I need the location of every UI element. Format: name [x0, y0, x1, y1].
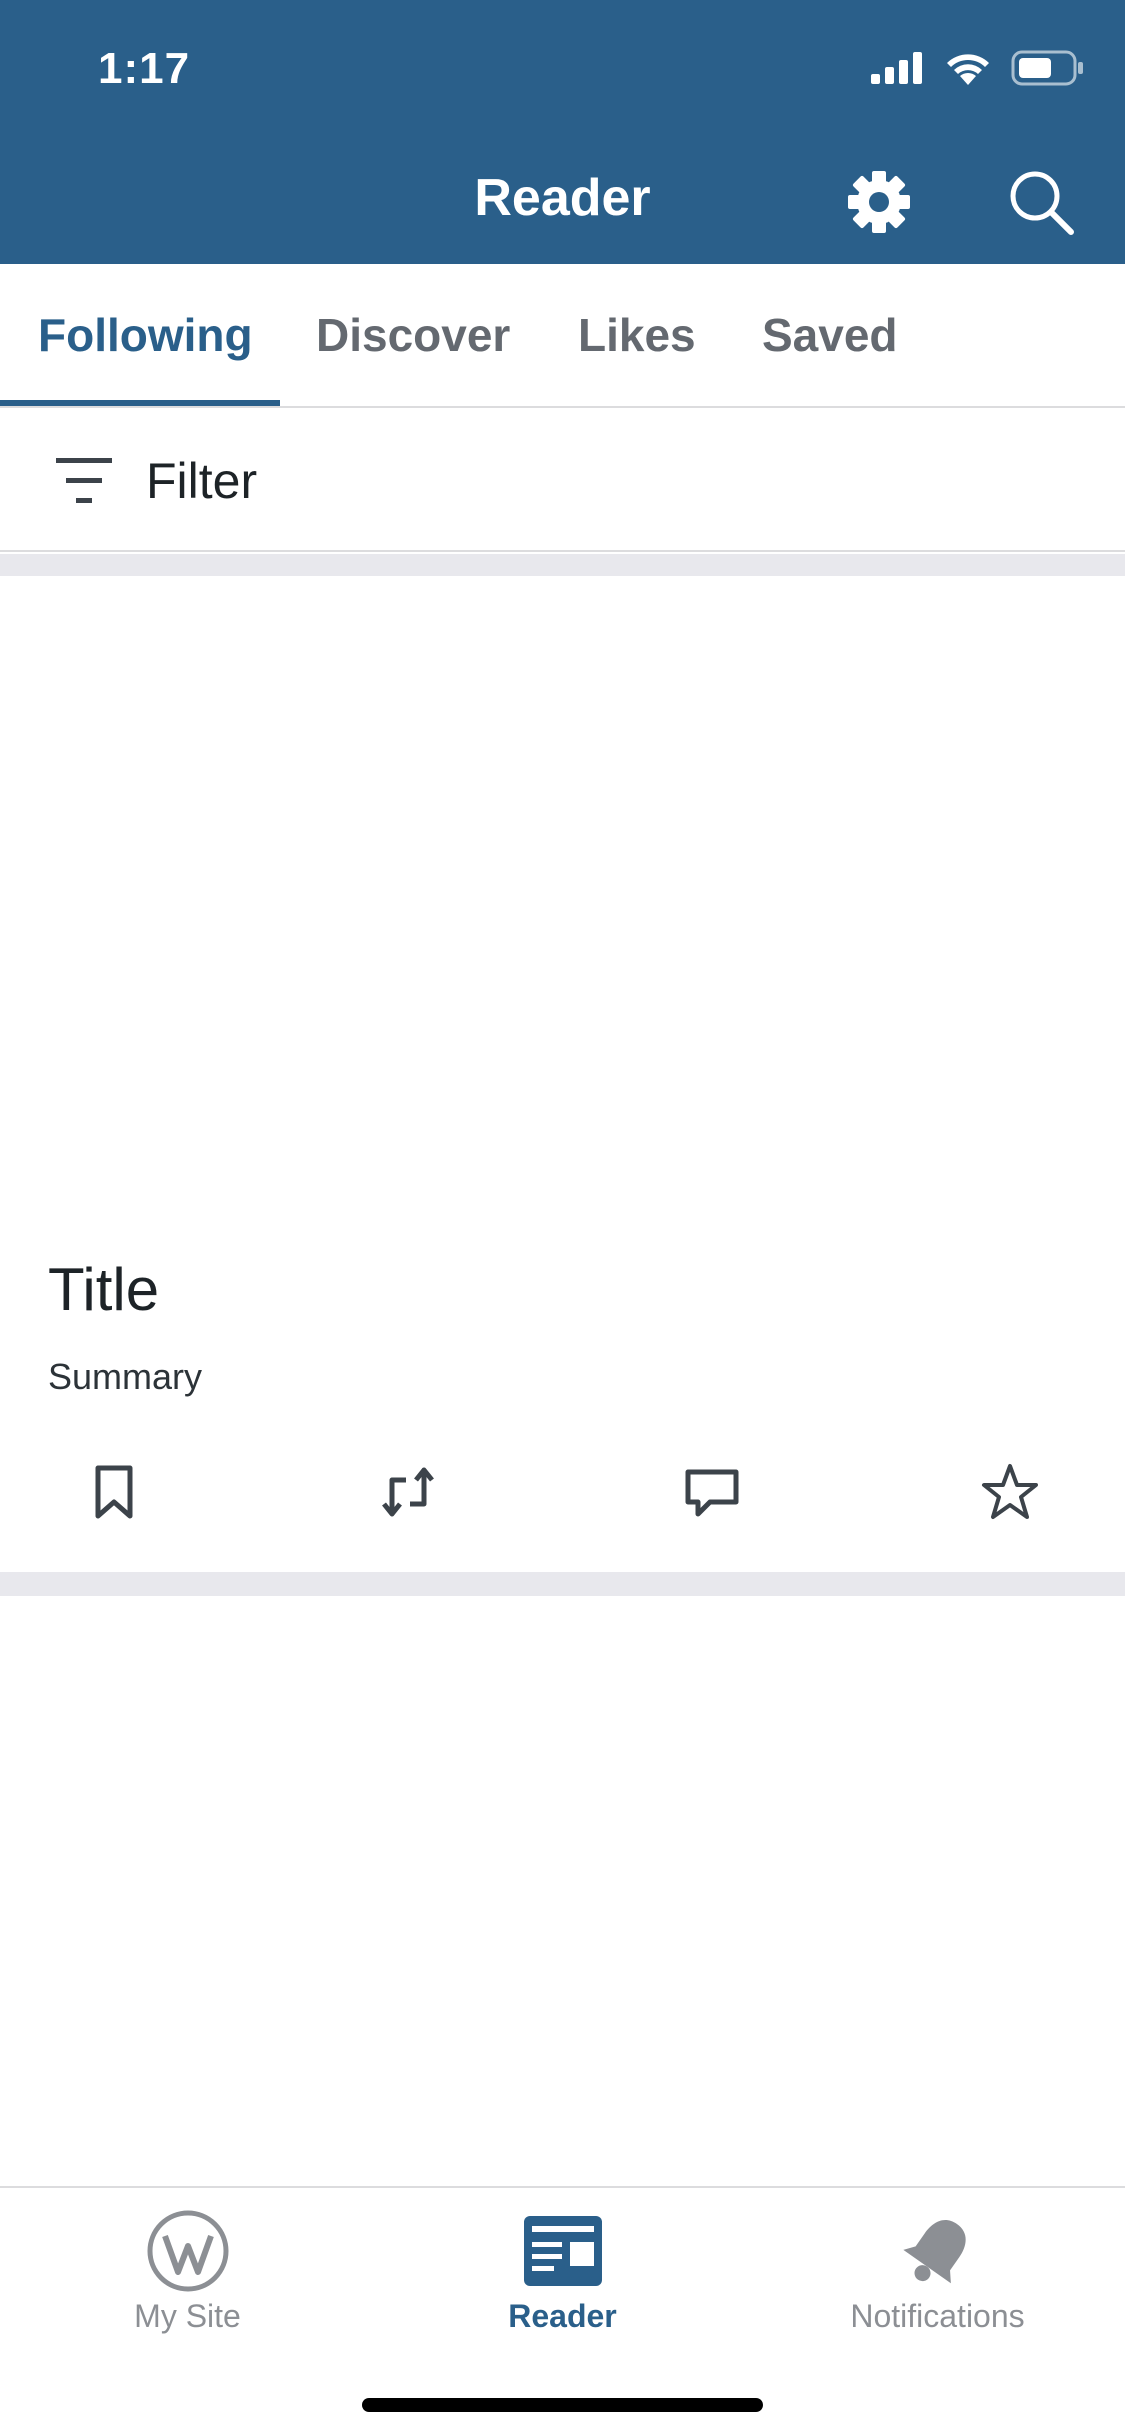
gear-icon — [848, 171, 910, 233]
tab-discover[interactable]: Discover — [316, 264, 510, 408]
active-tab-indicator — [0, 400, 280, 406]
reader-icon — [524, 2216, 602, 2286]
page-title: Reader — [474, 169, 651, 227]
like-button[interactable] — [978, 1460, 1042, 1524]
tab-my-site[interactable]: My Site — [0, 2188, 375, 2338]
tab-label: Notifications — [850, 2298, 1025, 2334]
tab-reader[interactable]: Reader — [375, 2188, 750, 2338]
bell-icon — [903, 2220, 966, 2284]
star-icon — [982, 1464, 1038, 1519]
settings-button[interactable] — [843, 166, 915, 238]
reblog-icon — [382, 1467, 434, 1517]
cellular-icon — [871, 52, 922, 84]
filter-icon — [56, 458, 112, 503]
reader-tabs: Following Discover Likes Saved — [0, 264, 1125, 408]
filter-button[interactable]: Filter — [0, 408, 1125, 552]
wifi-icon — [947, 54, 989, 85]
filter-label: Filter — [146, 453, 258, 509]
post-title: Title — [48, 1256, 160, 1323]
search-button[interactable] — [1005, 166, 1077, 238]
section-divider — [0, 1572, 1125, 1596]
tab-following[interactable]: Following — [38, 264, 253, 408]
wordpress-icon — [147, 2210, 229, 2292]
comment-button[interactable] — [680, 1460, 744, 1524]
comment-icon — [685, 1469, 739, 1517]
home-indicator[interactable] — [362, 2398, 763, 2412]
status-icons — [871, 50, 1085, 86]
battery-icon — [1011, 50, 1083, 86]
nav-header: 1:17 Reader — [0, 0, 1125, 264]
save-post-button[interactable] — [82, 1460, 146, 1524]
tab-label: My Site — [134, 2298, 241, 2334]
reblog-button[interactable] — [376, 1460, 440, 1524]
search-icon — [1010, 171, 1074, 235]
post-summary: Summary — [48, 1356, 203, 1397]
tab-likes[interactable]: Likes — [578, 264, 696, 408]
status-time: 1:17 — [98, 44, 191, 93]
section-divider — [0, 554, 1125, 576]
tab-notifications[interactable]: Notifications — [750, 2188, 1125, 2338]
tab-label: Reader — [508, 2298, 617, 2334]
tab-saved[interactable]: Saved — [762, 264, 898, 408]
bookmark-icon — [95, 1465, 133, 1519]
